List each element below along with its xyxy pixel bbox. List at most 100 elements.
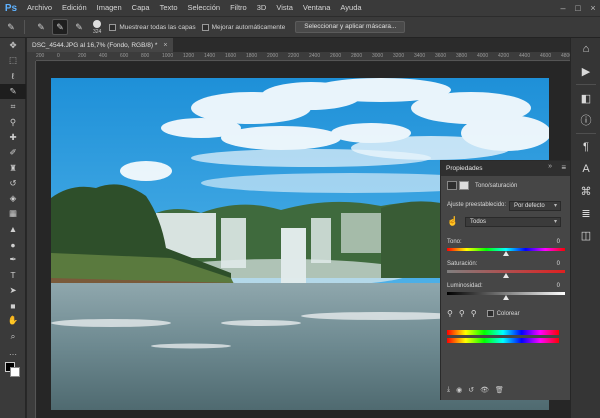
colorize-label: Colorear [496,310,520,317]
menu-archivo[interactable]: Archivo [22,0,57,16]
output-spectrum-bar [447,338,559,343]
ruler-tick: 4800 [561,53,570,59]
visibility-icon[interactable]: 👁 [480,386,489,394]
quick-selection-preset-icon[interactable]: ✎ [3,19,19,35]
eraser-tool-icon[interactable]: ◈ [0,191,26,206]
sample-all-layers-option[interactable]: Muestrear todas las capas [109,23,196,31]
auto-enhance-label: Mejorar automáticamente [211,23,286,31]
menu-ayuda[interactable]: Ayuda [335,0,366,16]
menu-seleccion[interactable]: Selección [183,0,226,16]
select-and-mask-button[interactable]: Seleccionar y aplicar máscara... [295,21,406,33]
hue-slider[interactable] [447,248,565,256]
dodge-tool-icon[interactable]: ● [0,237,26,252]
horizontal-ruler[interactable]: 200 0 200 400 600 800 1000 1200 1400 160… [36,52,570,61]
properties-header[interactable]: Propiedades » ≡ [441,161,570,176]
eyedropper-minus-icon[interactable]: ⚲ [471,309,477,318]
saturation-slider[interactable] [447,270,565,278]
more-tools-icon[interactable]: … [0,344,26,359]
hue-value[interactable]: 0 [557,239,560,245]
ruler-corner [27,52,36,61]
auto-enhance-option[interactable]: Mejorar automáticamente [201,23,286,31]
minimize-icon[interactable]: – [556,0,570,16]
lasso-tool-icon[interactable]: ℓ [0,69,26,84]
menu-capa[interactable]: Capa [127,0,155,16]
channel-dropdown[interactable]: Todos ▾ [465,217,561,227]
clone-stamp-tool-icon[interactable]: ♜ [0,160,26,175]
color-swatches-icon[interactable] [0,359,26,381]
pen-tool-icon[interactable]: ✒ [0,252,26,267]
ruler-tick: 200 [78,53,87,59]
auto-enhance-checkbox[interactable] [201,23,209,31]
menu-texto[interactable]: Texto [155,0,183,16]
brush-size-picker[interactable]: 324 [93,19,101,35]
menu-filtro[interactable]: Filtro [225,0,252,16]
colorize-checkbox[interactable] [486,310,494,317]
reset-icon[interactable]: ↺ [468,386,474,394]
trash-icon[interactable]: 🗑 [495,386,504,394]
hand-adjust-icon[interactable]: ☝ [447,216,458,227]
lightness-value[interactable]: 0 [557,283,560,289]
menu-edicion[interactable]: Edición [57,0,92,16]
move-tool-icon[interactable]: ✥ [0,38,26,53]
input-spectrum-bar [447,330,559,335]
saturation-value[interactable]: 0 [557,261,560,267]
path-selection-tool-icon[interactable]: ➤ [0,283,26,298]
menu-ventana[interactable]: Ventana [298,0,336,16]
menu-vista[interactable]: Vista [271,0,298,16]
type-tool-icon[interactable]: T [0,267,26,282]
libraries-panel-icon[interactable]: ◧ [571,87,600,109]
add-to-selection-icon[interactable]: ✎ [52,19,68,35]
crop-tool-icon[interactable]: ⌗ [0,99,26,114]
lightness-slider-thumb[interactable] [503,295,509,300]
collapse-panel-icon[interactable]: » [548,163,552,170]
mask-icon[interactable] [459,181,469,190]
close-window-icon[interactable]: × [586,0,600,16]
gradient-tool-icon[interactable]: ▦ [0,206,26,221]
properties-panel-icon[interactable]: ≣ [571,202,600,224]
zoom-tool-icon[interactable]: ⌕ [0,329,26,344]
eyedropper-plus-icon[interactable]: ⚲ [459,309,465,318]
hand-tool-icon[interactable]: ✋ [0,313,26,328]
brush-tool-icon[interactable]: ✐ [0,145,26,160]
eyedropper-icon[interactable]: ⚲ [447,309,453,318]
hue-slider-thumb[interactable] [503,251,509,256]
lightness-slider[interactable] [447,292,565,300]
quick-selection-tool-icon[interactable]: ✎ [0,83,26,100]
info-panel-icon[interactable]: ⓘ [571,109,600,131]
ruler-tick: 2200 [288,53,300,59]
close-tab-icon[interactable]: × [163,42,167,49]
saturation-slider-thumb[interactable] [503,273,509,278]
blur-tool-icon[interactable]: ▲ [0,222,26,237]
sample-all-layers-checkbox[interactable] [109,23,117,31]
rectangle-tool-icon[interactable]: ■ [0,298,26,313]
actions-panel-icon[interactable]: ▶ [571,60,600,82]
history-panel-icon[interactable]: ⌂ [571,38,600,60]
character-panel-icon[interactable]: A [571,158,600,180]
channel-row: ☝ [447,216,458,227]
ruler-tick: 3000 [372,53,384,59]
clip-to-layer-icon[interactable]: ⤓ [447,386,450,394]
tab-document[interactable]: DSC_4544.JPG al 16,7% (Fondo, RGB/8) * × [27,38,173,52]
maximize-icon[interactable]: □ [571,0,585,16]
paragraph-panel-icon[interactable]: ¶ [571,136,600,158]
ruler-tick: 1800 [246,53,258,59]
menu-3d[interactable]: 3D [252,0,272,16]
ruler-tick: 2600 [330,53,342,59]
subtract-selection-icon[interactable]: ✎ [71,19,87,35]
history-brush-tool-icon[interactable]: ↺ [0,176,26,191]
layers-panel-icon[interactable]: ◫ [571,224,600,246]
document-tabs: DSC_4544.JPG al 16,7% (Fondo, RGB/8) * × [27,38,570,52]
menu-imagen[interactable]: Imagen [92,0,127,16]
preset-dropdown[interactable]: Por defecto ▾ [509,201,561,211]
ruler-tick: 3600 [435,53,447,59]
marquee-tool-icon[interactable]: ⬚ [0,53,26,68]
panel-menu-icon[interactable]: ≡ [561,163,566,172]
vertical-ruler[interactable] [27,61,36,418]
view-previous-icon[interactable]: ◉ [456,386,462,394]
eyedropper-tool-icon[interactable]: ⚲ [0,114,26,129]
glyphs-panel-icon[interactable]: ⌘ [571,180,600,202]
adjustment-layer-icon[interactable] [447,181,457,190]
healing-brush-tool-icon[interactable]: ✚ [0,130,26,145]
new-selection-icon[interactable]: ✎ [33,19,49,35]
properties-body: Tono/saturación Ajuste preestablecido: P… [441,176,570,400]
